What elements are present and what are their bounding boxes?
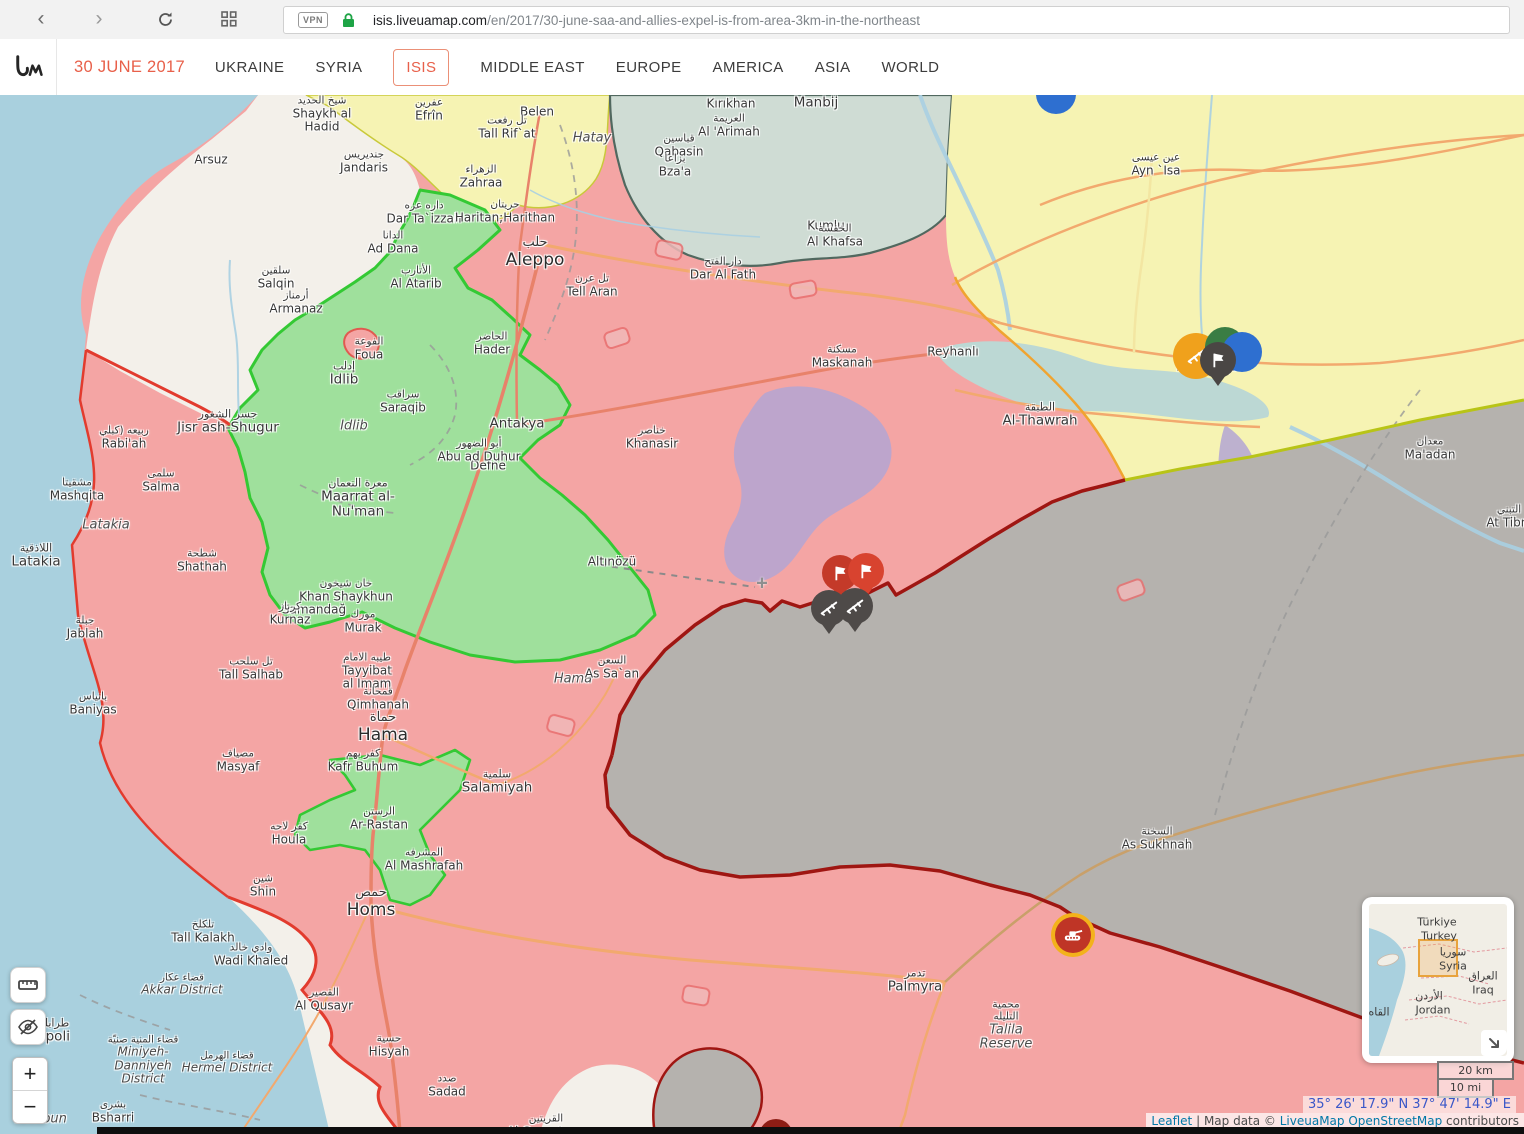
nav-item-syria[interactable]: SYRIA — [315, 50, 362, 85]
minimap-label: Türkiye — [1417, 916, 1456, 929]
https-lock-icon[interactable] — [342, 13, 355, 28]
nav-item-world[interactable]: WORLD — [882, 50, 940, 85]
liveuamap-page: ‹ › VPN isis.liveuamap.com/en/2017/30-ju… — [0, 0, 1524, 1134]
vpn-badge: VPN — [298, 12, 328, 28]
minimap-label: القاه — [1369, 1006, 1390, 1019]
liveuamap-logo[interactable] — [0, 39, 57, 95]
selected-event-crosshair: + — [756, 573, 768, 596]
cursor-coordinates: 35° 26' 17.9" N 37° 47' 14.9" E — [1303, 1096, 1516, 1113]
nav-items: UKRAINE SYRIA ISIS MIDDLE EAST EUROPE AMERICA… — [215, 49, 970, 86]
nav-item-america[interactable]: AMERICA — [713, 50, 784, 85]
hide-layers-button[interactable] — [10, 1009, 46, 1045]
minimap-label: الأردن — [1415, 990, 1443, 1003]
minimap-label: Turkey — [1421, 930, 1457, 943]
nav-item-europe[interactable]: EUROPE — [616, 50, 682, 85]
event-circle-tank[interactable] — [1055, 917, 1091, 953]
measure-tool-button[interactable] — [10, 967, 46, 1003]
minimap-label: العراق — [1468, 970, 1497, 983]
apps-grid-icon[interactable] — [214, 4, 244, 34]
zoom-in-button[interactable]: + — [13, 1058, 47, 1090]
map-canvas[interactable]: BelenKırıkhanHatayArsuzKumluReyhanlıAnta… — [0, 95, 1524, 1134]
liveuamap-link[interactable]: LiveuaMap — [1280, 1114, 1345, 1128]
minimap-label: Syria — [1439, 960, 1467, 973]
address-bar[interactable]: VPN isis.liveuamap.com/en/2017/30-june-s… — [283, 6, 1510, 34]
event-pin-gray[interactable] — [837, 588, 873, 632]
nav-item-middle-east[interactable]: MIDDLE EAST — [480, 50, 584, 85]
overview-minimap[interactable]: TürkiyeTurkey سورياSyriaالعراقIraq الأردنJ… — [1362, 897, 1514, 1063]
back-icon[interactable]: ‹ — [26, 4, 56, 34]
map-regions — [0, 95, 1524, 1134]
site-navbar: 30 JUNE 2017 UKRAINE SYRIA ISIS MIDDLE EAST… — [0, 39, 1524, 96]
browser-toolbar: ‹ › VPN isis.liveuamap.com/en/2017/30-ju… — [0, 0, 1524, 40]
nav-item-ukraine[interactable]: UKRAINE — [215, 50, 284, 85]
event-pin-dark-flag[interactable] — [1200, 342, 1236, 386]
zoom-control: + − — [12, 1057, 48, 1124]
leaflet-link[interactable]: Leaflet — [1151, 1114, 1192, 1128]
url-text: isis.liveuamap.com/en/2017/30-june-saa-a… — [373, 13, 920, 28]
nav-item-isis[interactable]: ISIS — [393, 49, 449, 86]
reload-icon[interactable] — [150, 4, 180, 34]
bottom-black-strip — [97, 1127, 1524, 1134]
scale-km: 20 km — [1437, 1061, 1514, 1080]
nav-item-asia[interactable]: ASIA — [815, 50, 851, 85]
minimap-label: Iraq — [1472, 984, 1494, 997]
minimap-label: Jordan — [1416, 1004, 1451, 1017]
forward-icon[interactable]: › — [84, 4, 114, 34]
date-label[interactable]: 30 JUNE 2017 — [74, 58, 185, 77]
zoom-out-button[interactable]: − — [13, 1090, 47, 1123]
osm-link[interactable]: OpenStreetMap — [1348, 1114, 1442, 1128]
scale-control: 20 km 10 mi — [1437, 1061, 1514, 1098]
minimap-collapse-icon[interactable] — [1481, 1030, 1507, 1056]
minimap-label: سوريا — [1440, 946, 1467, 959]
